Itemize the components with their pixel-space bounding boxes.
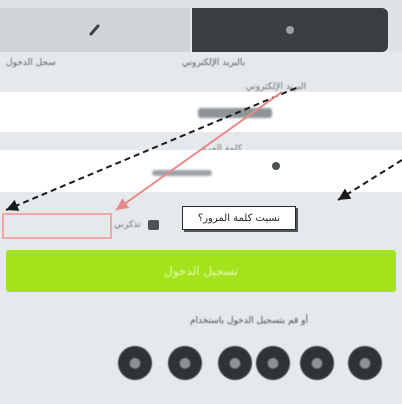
annotation-arrow-left xyxy=(5,87,297,211)
annotation-arrow-right xyxy=(337,159,402,201)
annotation-arrow-red xyxy=(115,91,283,211)
annotation-arrows xyxy=(5,87,402,211)
